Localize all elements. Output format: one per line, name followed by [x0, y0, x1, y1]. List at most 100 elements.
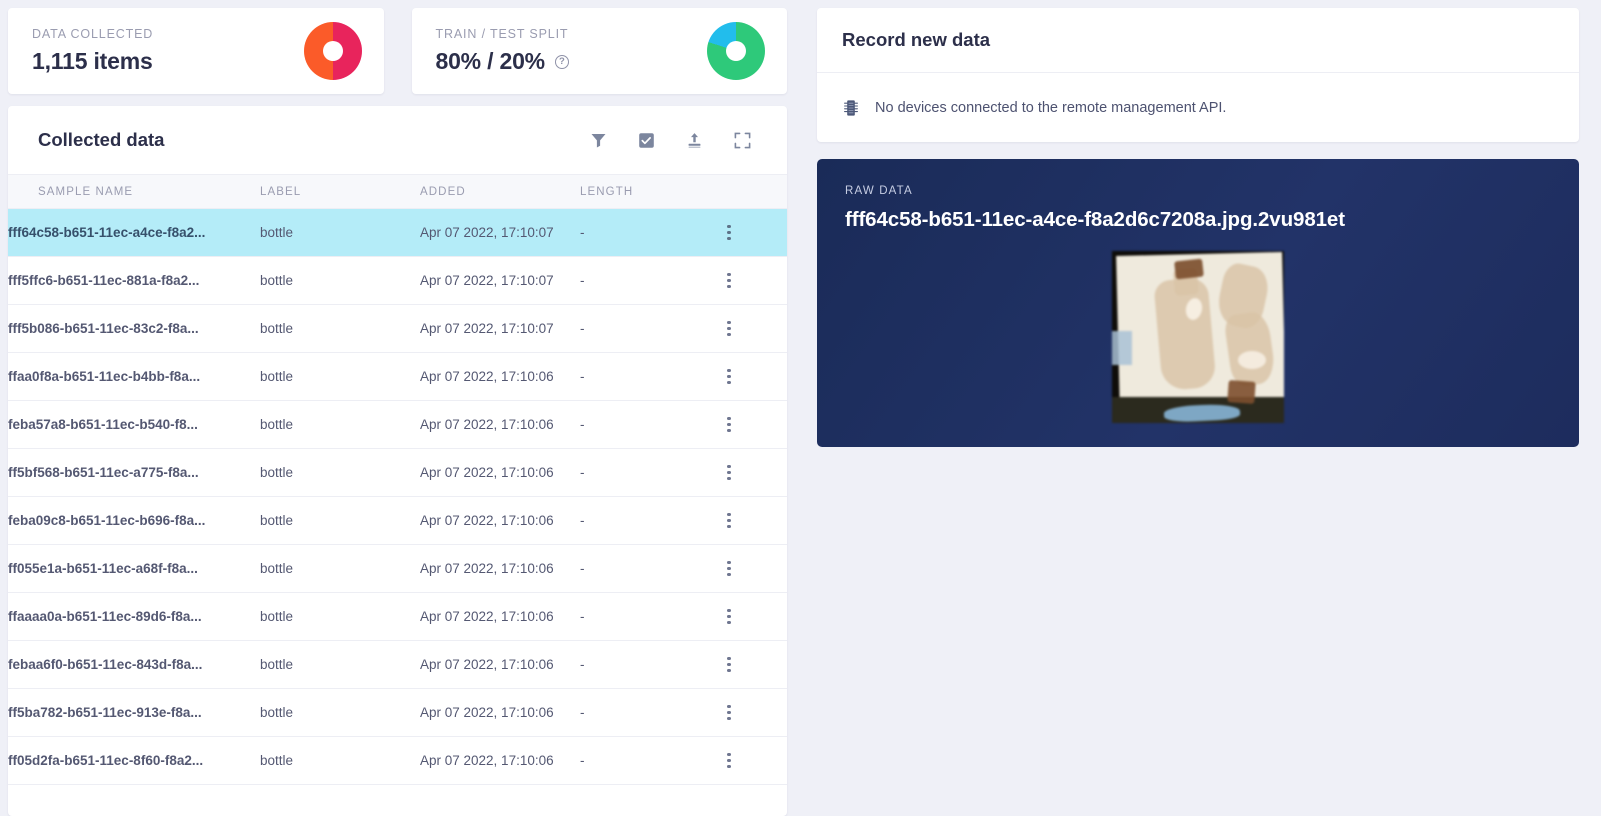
record-new-data-body: No devices connected to the remote manag…	[817, 73, 1579, 142]
table-row[interactable]: feba57a8-b651-11ec-b540-f8... bottle Apr 0…	[8, 400, 787, 449]
microchip-icon	[843, 98, 859, 118]
table-row[interactable]: ff05d2fa-b651-11ec-8f60-f8a2... bottle Apr…	[8, 736, 787, 785]
column-header-added[interactable]: ADDED	[420, 174, 580, 209]
cell-length: -	[580, 496, 720, 545]
collected-data-table: SAMPLE NAME LABEL ADDED LENGTH fff64c58-…	[8, 174, 787, 785]
cell-actions	[720, 592, 787, 641]
table-row[interactable]: fff5ffc6-b651-11ec-881a-f8a2... bottle Apr…	[8, 256, 787, 305]
collected-data-card: Collected data SAMPLE NAME LABEL ADDED L…	[8, 106, 787, 816]
stat-value: 1,115 items	[32, 48, 153, 74]
raw-data-filename: fff64c58-b651-11ec-a4ce-f8a2d6c7208a.jpg…	[845, 208, 1345, 231]
cell-actions	[720, 448, 787, 497]
cell-length: -	[580, 400, 720, 449]
table-row[interactable]: feba09c8-b651-11ec-b696-f8a... bottle Apr …	[8, 496, 787, 545]
help-icon[interactable]: ?	[554, 54, 569, 69]
column-header-length[interactable]: LENGTH	[580, 174, 720, 209]
cell-actions	[720, 688, 787, 737]
column-header-sample-name[interactable]: SAMPLE NAME	[8, 174, 260, 209]
cell-label: bottle	[260, 736, 420, 785]
cell-label: bottle	[260, 304, 420, 353]
cell-actions	[720, 736, 787, 785]
cell-length: -	[580, 256, 720, 305]
row-menu-icon[interactable]	[720, 369, 738, 384]
row-menu-icon[interactable]	[720, 465, 738, 480]
expand-icon[interactable]	[731, 129, 753, 151]
cell-actions	[720, 208, 787, 257]
table-row[interactable]: fff64c58-b651-11ec-a4ce-f8a2... bottle Apr…	[8, 208, 787, 257]
cell-label: bottle	[260, 688, 420, 737]
cell-label: bottle	[260, 400, 420, 449]
table-row[interactable]: ffaa0f8a-b651-11ec-b4bb-f8a... bottle Apr …	[8, 352, 787, 401]
filter-icon[interactable]	[587, 129, 609, 151]
table-row[interactable]: febaa6f0-b651-11ec-843d-f8a... bottle Apr …	[8, 640, 787, 689]
raw-data-card: RAW DATA fff64c58-b651-11ec-a4ce-f8a2d6c…	[817, 159, 1579, 447]
cell-added: Apr 07 2022, 17:10:06	[420, 592, 580, 641]
row-menu-icon[interactable]	[720, 273, 738, 288]
table-header-row: SAMPLE NAME LABEL ADDED LENGTH	[8, 174, 787, 209]
column-header-label[interactable]: LABEL	[260, 174, 420, 209]
cell-actions	[720, 496, 787, 545]
stat-cards: DATA COLLECTED 1,115 items TRAIN / TEST …	[8, 8, 787, 94]
table-row[interactable]: ff5ba782-b651-11ec-913e-f8a... bottle Apr …	[8, 688, 787, 737]
cell-length: -	[580, 448, 720, 497]
cell-added: Apr 07 2022, 17:10:06	[420, 688, 580, 737]
cell-length: -	[580, 592, 720, 641]
row-menu-icon[interactable]	[720, 705, 738, 720]
collected-data-toolbar	[587, 129, 753, 151]
cell-length: -	[580, 304, 720, 353]
cell-label: bottle	[260, 448, 420, 497]
record-new-data-title: Record new data	[817, 8, 1579, 73]
cell-sample-name: ff055e1a-b651-11ec-a68f-f8a...	[8, 544, 260, 593]
row-menu-icon[interactable]	[720, 513, 738, 528]
cell-sample-name: fff5ffc6-b651-11ec-881a-f8a2...	[8, 256, 260, 305]
stat-card-data-collected: DATA COLLECTED 1,115 items	[8, 8, 384, 94]
cell-sample-name: fff64c58-b651-11ec-a4ce-f8a2...	[8, 208, 260, 257]
cell-length: -	[580, 736, 720, 785]
row-menu-icon[interactable]	[720, 417, 738, 432]
cell-added: Apr 07 2022, 17:10:07	[420, 304, 580, 353]
cell-added: Apr 07 2022, 17:10:07	[420, 208, 580, 257]
cell-actions	[720, 352, 787, 401]
cell-length: -	[580, 544, 720, 593]
cell-actions	[720, 256, 787, 305]
row-menu-icon[interactable]	[720, 609, 738, 624]
cell-length: -	[580, 640, 720, 689]
row-menu-icon[interactable]	[720, 225, 738, 240]
cell-label: bottle	[260, 640, 420, 689]
train-test-split-donut	[707, 22, 765, 80]
raw-data-preview-wrap	[845, 251, 1551, 423]
stat-value-row: 1,115 items	[32, 48, 153, 75]
cell-added: Apr 07 2022, 17:10:06	[420, 400, 580, 449]
cell-added: Apr 07 2022, 17:10:06	[420, 496, 580, 545]
left-column: DATA COLLECTED 1,115 items TRAIN / TEST …	[8, 8, 787, 816]
cell-added: Apr 07 2022, 17:10:06	[420, 640, 580, 689]
cell-label: bottle	[260, 352, 420, 401]
row-menu-icon[interactable]	[720, 561, 738, 576]
cell-sample-name: feba09c8-b651-11ec-b696-f8a...	[8, 496, 260, 545]
cell-added: Apr 07 2022, 17:10:06	[420, 352, 580, 401]
table-row[interactable]: ffaaaa0a-b651-11ec-89d6-f8a... bottle Apr …	[8, 592, 787, 641]
stat-card-train-test-split: TRAIN / TEST SPLIT 80% / 20% ?	[411, 8, 787, 94]
table-row[interactable]: fff5b086-b651-11ec-83c2-f8a... bottle Apr …	[8, 304, 787, 353]
raw-data-preview-image[interactable]	[1112, 251, 1284, 423]
cell-length: -	[580, 688, 720, 737]
row-menu-icon[interactable]	[720, 657, 738, 672]
table-body: fff64c58-b651-11ec-a4ce-f8a2... bottle Apr…	[8, 208, 787, 785]
cell-added: Apr 07 2022, 17:10:07	[420, 256, 580, 305]
stat-value-row: 80% / 20% ?	[436, 48, 569, 75]
cell-sample-name: ffaaaa0a-b651-11ec-89d6-f8a...	[8, 592, 260, 641]
stat-text: TRAIN / TEST SPLIT 80% / 20% ?	[436, 27, 569, 75]
stat-text: DATA COLLECTED 1,115 items	[32, 27, 153, 75]
cell-sample-name: ffaa0f8a-b651-11ec-b4bb-f8a...	[8, 352, 260, 401]
data-collected-donut	[303, 22, 362, 80]
table-row[interactable]: ff055e1a-b651-11ec-a68f-f8a... bottle Apr …	[8, 544, 787, 593]
cell-actions	[720, 400, 787, 449]
row-menu-icon[interactable]	[720, 753, 738, 768]
row-menu-icon[interactable]	[720, 321, 738, 336]
upload-icon[interactable]	[683, 129, 705, 151]
stat-label: DATA COLLECTED	[32, 27, 154, 41]
table-row[interactable]: ff5bf568-b651-11ec-a775-f8a... bottle Apr …	[8, 448, 787, 497]
cell-sample-name: fff5b086-b651-11ec-83c2-f8a...	[8, 304, 260, 353]
select-multiple-icon[interactable]	[635, 129, 657, 151]
cell-label: bottle	[260, 592, 420, 641]
